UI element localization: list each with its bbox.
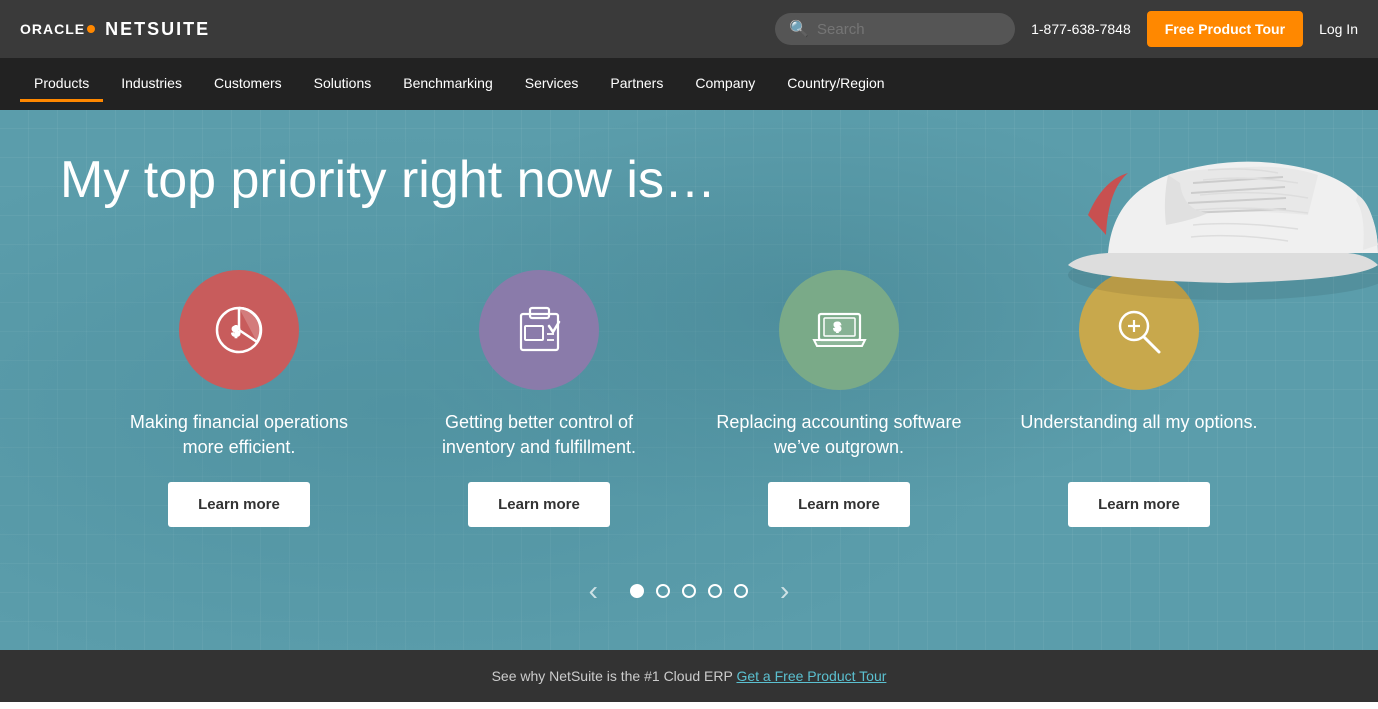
card-inventory: Getting better control of inventory and … — [389, 260, 689, 547]
nav-item-benchmarking[interactable]: Benchmarking — [389, 67, 507, 102]
oracle-text: ORACLE — [20, 21, 85, 37]
search-input[interactable] — [817, 21, 1001, 38]
carousel-nav: ‹ › — [60, 577, 1318, 605]
learn-more-button-inventory[interactable]: Learn more — [468, 482, 610, 527]
nav-item-partners[interactable]: Partners — [596, 67, 677, 102]
nav-item-solutions[interactable]: Solutions — [300, 67, 386, 102]
learn-more-button-financial[interactable]: Learn more — [168, 482, 310, 527]
footer-text: See why NetSuite is the #1 Cloud ERP — [492, 668, 733, 684]
top-bar: ORACLE NETSUITE 🔍 1-877-638-7848 Free Pr… — [0, 0, 1378, 58]
carousel-dot-2[interactable] — [656, 584, 670, 598]
nav-item-services[interactable]: Services — [511, 67, 593, 102]
search-bar[interactable]: 🔍 — [775, 13, 1015, 45]
footer-tour-link[interactable]: Get a Free Product Tour — [736, 668, 886, 684]
netsuite-text: NETSUITE — [105, 19, 210, 40]
login-link[interactable]: Log In — [1319, 21, 1358, 37]
nav-item-country-region[interactable]: Country/Region — [773, 67, 898, 102]
logo: ORACLE NETSUITE — [20, 19, 210, 40]
shoe-illustration — [1048, 115, 1378, 315]
carousel-dot-1[interactable] — [630, 584, 644, 598]
svg-text:$: $ — [834, 320, 841, 334]
carousel-dot-4[interactable] — [708, 584, 722, 598]
card-financial: $ Making financial operations more effic… — [89, 260, 389, 547]
card-text-inventory: Getting better control of inventory and … — [409, 410, 669, 460]
card-text-options: Understanding all my options. — [1020, 410, 1257, 460]
footer-bar: See why NetSuite is the #1 Cloud ERP Get… — [0, 650, 1378, 702]
phone-number: 1-877-638-7848 — [1031, 21, 1131, 37]
nav-item-industries[interactable]: Industries — [107, 67, 196, 102]
carousel-next-arrow[interactable]: › — [760, 577, 809, 605]
nav-bar: Products Industries Customers Solutions … — [0, 58, 1378, 110]
nav-item-products[interactable]: Products — [20, 67, 103, 102]
nav-item-company[interactable]: Company — [681, 67, 769, 102]
hero-section: My top priority right now is… $ Making f… — [0, 110, 1378, 650]
learn-more-button-options[interactable]: Learn more — [1068, 482, 1210, 527]
carousel-dot-3[interactable] — [682, 584, 696, 598]
search-icon: 🔍 — [789, 19, 809, 39]
card-icon-accounting: $ — [779, 270, 899, 390]
carousel-prev-arrow[interactable]: ‹ — [569, 577, 618, 605]
card-accounting: $ Replacing accounting software we’ve ou… — [689, 260, 989, 547]
svg-text:$: $ — [232, 323, 240, 339]
top-bar-right: 🔍 1-877-638-7848 Free Product Tour Log I… — [775, 11, 1358, 47]
logo-dot — [87, 25, 95, 33]
free-product-tour-button[interactable]: Free Product Tour — [1147, 11, 1303, 47]
carousel-dot-5[interactable] — [734, 584, 748, 598]
nav-item-customers[interactable]: Customers — [200, 67, 296, 102]
learn-more-button-accounting[interactable]: Learn more — [768, 482, 910, 527]
card-icon-financial: $ — [179, 270, 299, 390]
card-icon-inventory — [479, 270, 599, 390]
card-text-financial: Making financial operations more efficie… — [109, 410, 369, 460]
card-text-accounting: Replacing accounting software we’ve outg… — [709, 410, 969, 460]
